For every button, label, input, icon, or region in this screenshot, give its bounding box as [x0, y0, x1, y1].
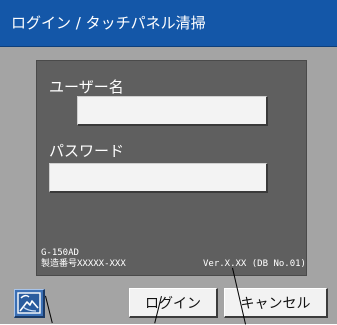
login-panel: ユーザー名 パスワード G-150AD 製造番号XXXXX-XXX Ver.X.…	[36, 60, 307, 276]
version-info: Ver.X.XX (DB No.01)	[203, 259, 306, 269]
login-button[interactable]: ログイン	[129, 288, 218, 318]
username-input[interactable]	[77, 96, 268, 126]
title-bar: ログイン / タッチパネル清掃	[0, 0, 337, 47]
password-label: パスワード	[49, 142, 125, 160]
touch-panel-cleaning-icon	[17, 292, 41, 314]
username-label: ユーザー名	[49, 78, 124, 96]
touch-panel-cleaning-button[interactable]	[14, 289, 45, 318]
password-input[interactable]	[49, 163, 268, 193]
window-title: ログイン / タッチパネル清掃	[11, 14, 206, 32]
serial-number: 製造番号XXXXX-XXX	[41, 259, 126, 269]
model-name: G-150AD	[41, 248, 79, 258]
